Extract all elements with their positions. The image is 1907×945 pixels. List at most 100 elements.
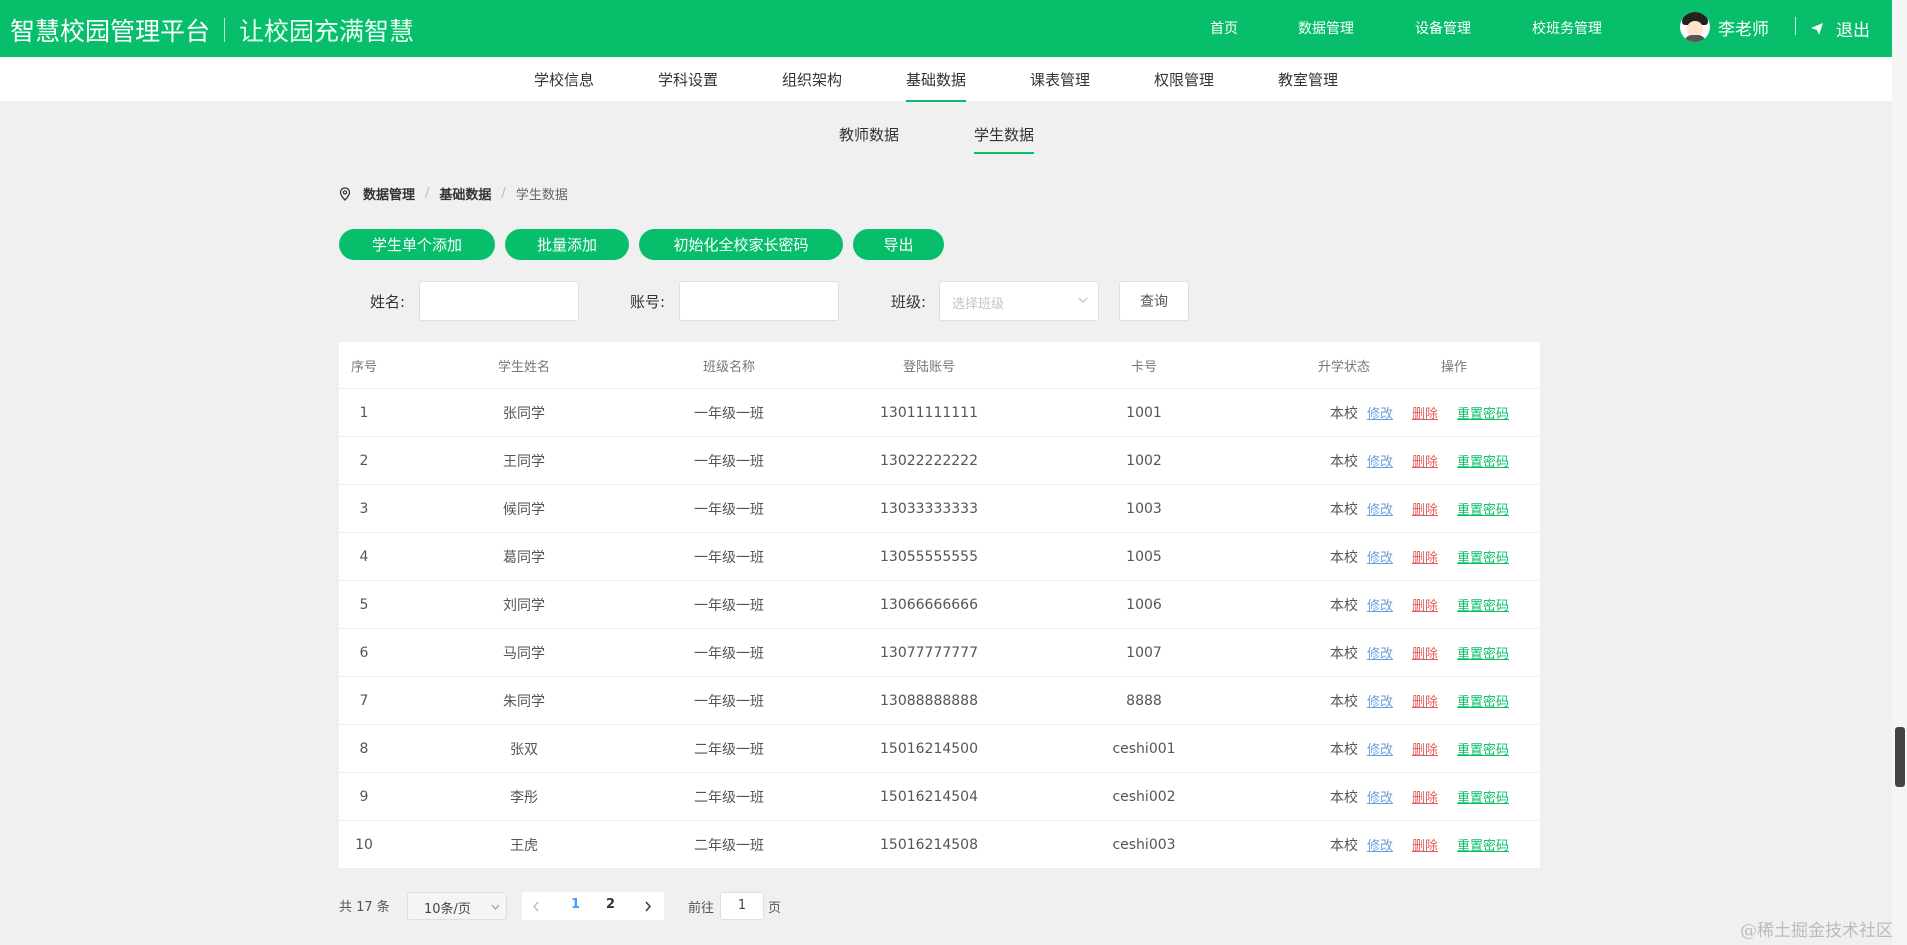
tab-schedule-management[interactable]: 课表管理 bbox=[1030, 69, 1090, 90]
edit-link[interactable]: 修改 bbox=[1367, 595, 1393, 614]
top-nav-class-affairs[interactable]: 校班务管理 bbox=[1532, 18, 1602, 38]
brand-slogan: 让校园充满智慧 bbox=[239, 17, 415, 46]
add-single-student-button[interactable]: 学生单个添加 bbox=[339, 229, 495, 260]
row-class-name: 一年级一班 bbox=[694, 693, 764, 710]
reset-password-link[interactable]: 重置密码 bbox=[1457, 451, 1509, 470]
reset-password-link[interactable]: 重置密码 bbox=[1457, 643, 1509, 662]
account-label: 账号: bbox=[630, 293, 666, 311]
table-row: 8 张双 二年级一班 15016214500 ceshi001 本校 修改 删除 重置密码 bbox=[339, 725, 1540, 773]
reset-password-link[interactable]: 重置密码 bbox=[1457, 595, 1509, 614]
page-scrollbar[interactable] bbox=[1892, 0, 1907, 945]
row-student-name: 张双 bbox=[510, 741, 538, 758]
delete-link[interactable]: 删除 bbox=[1412, 643, 1438, 662]
goto-page-input[interactable]: 1 bbox=[720, 892, 764, 920]
tab-teacher-data[interactable]: 教师数据 bbox=[839, 124, 899, 145]
row-class-name: 一年级一班 bbox=[694, 405, 764, 422]
reset-password-link[interactable]: 重置密码 bbox=[1457, 691, 1509, 710]
breadcrumb-data-management[interactable]: 数据管理 bbox=[363, 184, 415, 203]
batch-add-button[interactable]: 批量添加 bbox=[505, 229, 629, 260]
row-class-name: 一年级一班 bbox=[694, 549, 764, 566]
edit-link[interactable]: 修改 bbox=[1367, 787, 1393, 806]
table-header: 序号 学生姓名 班级名称 登陆账号 卡号 升学状态 操作 bbox=[339, 342, 1540, 389]
brand-title: 智慧校园管理平台 bbox=[10, 17, 211, 46]
row-actions: 修改 删除 重置密码 bbox=[1367, 581, 1509, 628]
tab-student-data[interactable]: 学生数据 bbox=[974, 124, 1035, 154]
delete-link[interactable]: 删除 bbox=[1412, 691, 1438, 710]
row-class-name: 二年级一班 bbox=[694, 789, 764, 806]
delete-link[interactable]: 删除 bbox=[1412, 547, 1438, 566]
user-menu[interactable]: 李老师 bbox=[1680, 12, 1769, 42]
page-1[interactable]: 1 bbox=[571, 897, 580, 912]
row-index: 8 bbox=[359, 740, 369, 757]
edit-link[interactable]: 修改 bbox=[1367, 739, 1393, 758]
class-label: 班级: bbox=[891, 293, 927, 311]
row-index: 4 bbox=[359, 548, 369, 565]
table-row: 6 马同学 一年级一班 13077777777 1007 本校 修改 删除 重置密码 bbox=[339, 629, 1540, 677]
edit-link[interactable]: 修改 bbox=[1367, 499, 1393, 518]
top-nav-home[interactable]: 首页 bbox=[1210, 18, 1238, 38]
edit-link[interactable]: 修改 bbox=[1367, 403, 1393, 422]
logout-button[interactable]: 退出 bbox=[1810, 16, 1870, 41]
class-select-placeholder: 选择班级 bbox=[952, 297, 1005, 312]
reset-password-link[interactable]: 重置密码 bbox=[1457, 547, 1509, 566]
col-actions: 操作 bbox=[1440, 359, 1467, 375]
table-row: 3 候同学 一年级一班 13033333333 1003 本校 修改 删除 重置密码 bbox=[339, 485, 1540, 533]
goto-suffix: 页 bbox=[768, 901, 782, 916]
tab-basic-data[interactable]: 基础数据 bbox=[906, 69, 967, 102]
top-nav-device-management[interactable]: 设备管理 bbox=[1415, 18, 1471, 38]
top-nav-data-management[interactable]: 数据管理 bbox=[1298, 18, 1354, 38]
table-row: 9 李彤 二年级一班 15016214504 ceshi002 本校 修改 删除 重置密码 bbox=[339, 773, 1540, 821]
row-actions: 修改 删除 重置密码 bbox=[1367, 725, 1509, 772]
chevron-down-icon bbox=[491, 904, 500, 910]
row-class-name: 二年级一班 bbox=[694, 741, 764, 758]
delete-link[interactable]: 删除 bbox=[1412, 451, 1438, 470]
reset-password-link[interactable]: 重置密码 bbox=[1457, 403, 1509, 422]
scrollbar-thumb[interactable] bbox=[1895, 727, 1905, 787]
account-input[interactable] bbox=[679, 281, 839, 321]
tab-school-info[interactable]: 学校信息 bbox=[534, 69, 594, 90]
reset-password-link[interactable]: 重置密码 bbox=[1457, 499, 1509, 518]
edit-link[interactable]: 修改 bbox=[1367, 835, 1393, 854]
page-size-select[interactable]: 10条/页 bbox=[407, 892, 507, 920]
row-student-name: 朱同学 bbox=[503, 693, 545, 710]
next-page-icon[interactable] bbox=[644, 901, 652, 912]
row-student-name: 马同学 bbox=[503, 645, 545, 662]
reset-password-link[interactable]: 重置密码 bbox=[1457, 787, 1509, 806]
tab-org-structure[interactable]: 组织架构 bbox=[782, 69, 842, 90]
reset-password-link[interactable]: 重置密码 bbox=[1457, 835, 1509, 854]
send-icon bbox=[1811, 22, 1823, 35]
name-input[interactable] bbox=[419, 281, 579, 321]
delete-link[interactable]: 删除 bbox=[1412, 835, 1438, 854]
row-index: 9 bbox=[359, 788, 369, 805]
action-bar: 学生单个添加 批量添加 初始化全校家长密码 导出 bbox=[339, 229, 954, 260]
export-button[interactable]: 导出 bbox=[853, 229, 944, 260]
tab-permission-management[interactable]: 权限管理 bbox=[1154, 69, 1214, 90]
class-select[interactable]: 选择班级 bbox=[939, 281, 1099, 321]
tab-subject-settings[interactable]: 学科设置 bbox=[658, 69, 718, 90]
query-button[interactable]: 查询 bbox=[1119, 281, 1189, 321]
edit-link[interactable]: 修改 bbox=[1367, 547, 1393, 566]
page-size-value: 10条/页 bbox=[424, 902, 471, 917]
init-parent-passwords-button[interactable]: 初始化全校家长密码 bbox=[639, 229, 843, 260]
breadcrumb-current: 学生数据 bbox=[515, 188, 568, 203]
page-2[interactable]: 2 bbox=[606, 897, 615, 912]
reset-password-link[interactable]: 重置密码 bbox=[1457, 739, 1509, 758]
table-row: 10 王虎 二年级一班 15016214508 ceshi003 本校 修改 删除 重置密码 bbox=[339, 821, 1540, 869]
page-list: 1 2 bbox=[522, 892, 664, 920]
delete-link[interactable]: 删除 bbox=[1412, 739, 1438, 758]
edit-link[interactable]: 修改 bbox=[1367, 451, 1393, 470]
edit-link[interactable]: 修改 bbox=[1367, 643, 1393, 662]
total-count: 共 17 条 bbox=[339, 899, 390, 915]
tab-classroom-management[interactable]: 教室管理 bbox=[1278, 69, 1338, 90]
goto-prefix: 前往 bbox=[688, 901, 715, 916]
edit-link[interactable]: 修改 bbox=[1367, 691, 1393, 710]
delete-link[interactable]: 删除 bbox=[1412, 787, 1438, 806]
delete-link[interactable]: 删除 bbox=[1412, 595, 1438, 614]
prev-page-icon[interactable] bbox=[532, 901, 540, 912]
delete-link[interactable]: 删除 bbox=[1412, 499, 1438, 518]
row-card-number: 1005 bbox=[1126, 548, 1162, 565]
breadcrumb-basic-data[interactable]: 基础数据 bbox=[439, 184, 491, 203]
row-card-number: ceshi001 bbox=[1112, 740, 1176, 757]
row-card-number: 1003 bbox=[1126, 500, 1162, 517]
delete-link[interactable]: 删除 bbox=[1412, 403, 1438, 422]
